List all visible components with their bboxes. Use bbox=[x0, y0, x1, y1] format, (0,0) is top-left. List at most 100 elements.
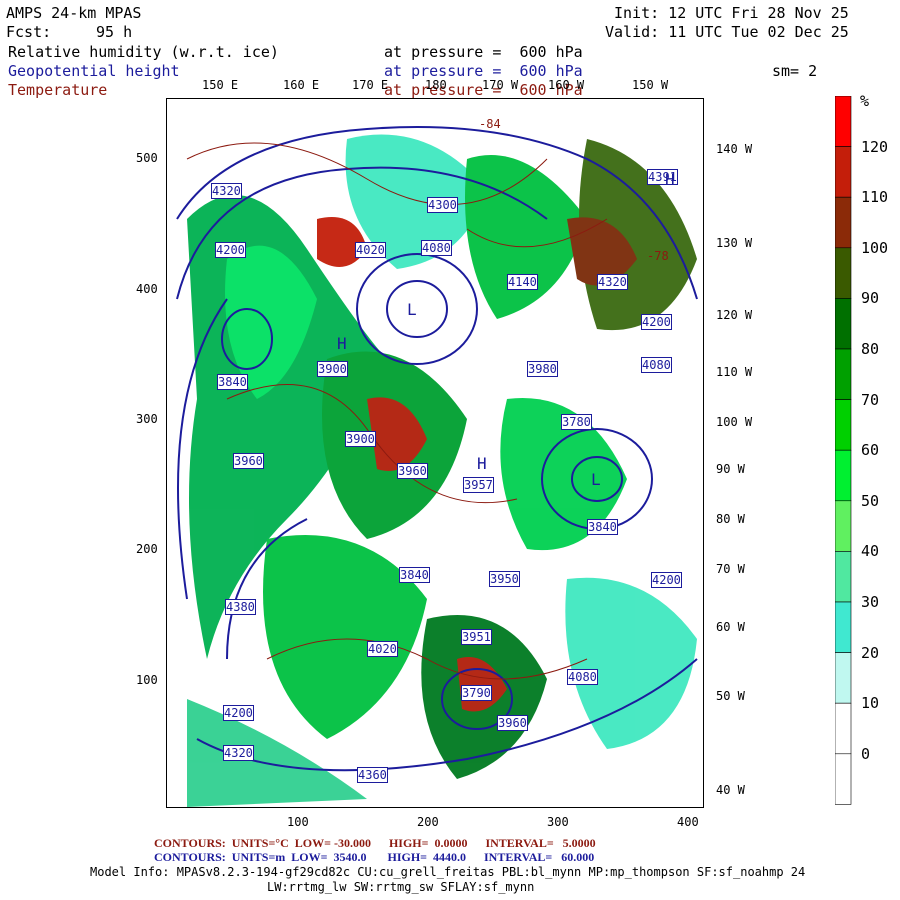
height-label: 4300 bbox=[427, 197, 458, 213]
high-marker: H bbox=[477, 454, 487, 473]
lon-label-right: 40 W bbox=[716, 783, 745, 797]
height-label: 3951 bbox=[461, 629, 492, 645]
smoothing-label: sm= 2 bbox=[772, 62, 818, 80]
lon-label-top: 150 W bbox=[632, 78, 669, 92]
x-tick-label: 100 bbox=[287, 815, 309, 829]
height-label: 4380 bbox=[225, 599, 256, 615]
colorbar-swatch bbox=[834, 551, 852, 603]
height-label: 3790 bbox=[461, 685, 492, 701]
height-label: 4320 bbox=[597, 274, 628, 290]
lon-label-right: 140 W bbox=[716, 142, 753, 156]
height-label: 3900 bbox=[317, 361, 348, 377]
height-label: 3980 bbox=[527, 361, 558, 377]
colorbar-swatch bbox=[834, 247, 852, 299]
height-label: 3780 bbox=[561, 414, 592, 430]
colorbar-swatches bbox=[834, 95, 852, 805]
weather-map: 4320 4300 4020 4080 4140 4320 4200 3960 … bbox=[166, 98, 704, 808]
height-contour-info: CONTOURS: UNITS=m LOW= 3540.0 HIGH= 4440… bbox=[154, 850, 595, 864]
x-tick-label: 200 bbox=[417, 815, 439, 829]
colorbar-swatch bbox=[834, 399, 852, 451]
field-height-name: Geopotential height bbox=[8, 62, 180, 80]
colorbar-label: 20 bbox=[861, 643, 880, 662]
colorbar-label: 90 bbox=[861, 289, 880, 308]
colorbar-swatch bbox=[834, 702, 852, 755]
forecast-label: Fcst: bbox=[6, 23, 52, 41]
temperature-label: -84 bbox=[479, 117, 501, 131]
lon-label-right: 110 W bbox=[716, 365, 753, 379]
lon-label-right: 80 W bbox=[716, 512, 745, 526]
colorbar-label: 40 bbox=[861, 542, 880, 561]
valid-time: Valid: 11 UTC Tue 02 Dec 25 bbox=[605, 23, 849, 41]
colorbar-label: 50 bbox=[861, 491, 880, 510]
colorbar-label: 30 bbox=[861, 593, 880, 611]
height-label: 4200 bbox=[641, 314, 672, 330]
field-temp-name: Temperature bbox=[8, 81, 108, 99]
colorbar-label: 10 bbox=[861, 694, 880, 713]
height-label: 4200 bbox=[215, 242, 246, 258]
height-label: 3840 bbox=[399, 567, 430, 583]
colorbar-swatch bbox=[834, 298, 852, 350]
colorbar-label: 100 bbox=[861, 238, 889, 257]
colorbar-swatch bbox=[834, 753, 852, 805]
forecast-hour: 95 h bbox=[96, 23, 133, 41]
height-label: 4320 bbox=[211, 183, 242, 199]
colorbar-label: 120 bbox=[861, 137, 889, 156]
colorbar-label: 0 bbox=[861, 744, 871, 763]
height-label: 4140 bbox=[507, 274, 538, 290]
colorbar-swatch bbox=[834, 500, 852, 552]
lon-label-right: 90 W bbox=[716, 462, 745, 476]
colorbar-unit: % bbox=[860, 92, 870, 110]
height-label: 3840 bbox=[587, 519, 618, 535]
colorbar-label: 110 bbox=[861, 188, 889, 207]
lon-label-top: 170 E bbox=[352, 78, 389, 92]
lon-label-right: 50 W bbox=[716, 689, 745, 703]
height-label: 4080 bbox=[421, 240, 452, 256]
height-label: 4080 bbox=[567, 669, 598, 685]
colorbar-label: 80 bbox=[861, 340, 880, 358]
lon-label-right: 70 W bbox=[716, 562, 745, 576]
colorbar-label: 70 bbox=[861, 390, 880, 409]
height-label: 4320 bbox=[223, 745, 254, 761]
model-info-line2: LW:rrtmg_lw SW:rrtmg_sw SFLAY:sf_mynn bbox=[267, 880, 535, 894]
lon-label-top: 170 W bbox=[482, 78, 519, 92]
y-tick-label: 400 bbox=[136, 282, 158, 296]
low-marker: L bbox=[407, 300, 417, 319]
height-label: 4360 bbox=[357, 767, 388, 783]
height-label: 4200 bbox=[651, 572, 682, 588]
height-label: 4080 bbox=[641, 357, 672, 373]
colorbar-swatch bbox=[834, 652, 852, 704]
lon-label-right: 60 W bbox=[716, 620, 745, 634]
x-tick-label: 300 bbox=[547, 815, 569, 829]
lon-label-right: 120 W bbox=[716, 308, 753, 322]
colorbar-label: 60 bbox=[861, 441, 880, 460]
init-time: Init: 12 UTC Fri 28 Nov 25 bbox=[614, 4, 849, 22]
height-label: 4200 bbox=[223, 705, 254, 721]
y-tick-label: 100 bbox=[136, 673, 158, 687]
temperature-contour-info: CONTOURS: UNITS=°C LOW= -30.000 HIGH= 0.… bbox=[154, 836, 596, 850]
temperature-label: -78 bbox=[647, 249, 669, 263]
y-tick-label: 200 bbox=[136, 542, 158, 556]
lon-label-right: 100 W bbox=[716, 415, 753, 429]
lon-label-top: 160 E bbox=[283, 78, 320, 92]
lon-label-top: 150 E bbox=[202, 78, 239, 92]
x-tick-label: 400 bbox=[677, 815, 699, 829]
field-rh-name: Relative humidity (w.r.t. ice) bbox=[8, 43, 279, 61]
height-label: 4020 bbox=[367, 641, 398, 657]
height-label: 3950 bbox=[489, 571, 520, 587]
colorbar-swatch bbox=[834, 601, 852, 653]
height-label: 3960 bbox=[233, 453, 264, 469]
colorbar-swatch bbox=[834, 449, 852, 502]
field-rh-level: at pressure = 600 hPa bbox=[384, 43, 583, 61]
y-tick-label: 300 bbox=[136, 412, 158, 426]
height-label: 3960 bbox=[397, 463, 428, 479]
lon-label-top: 180 bbox=[425, 78, 447, 92]
height-label: 3900 bbox=[345, 431, 376, 447]
high-marker: H bbox=[337, 334, 347, 353]
model-title: AMPS 24-km MPAS bbox=[6, 4, 142, 22]
colorbar-swatch bbox=[834, 348, 852, 400]
colorbar-swatch bbox=[834, 146, 852, 198]
lon-label-right: 130 W bbox=[716, 236, 753, 250]
height-label: 3840 bbox=[217, 374, 248, 390]
colorbar-swatch bbox=[834, 95, 852, 147]
height-label: 4020 bbox=[355, 242, 386, 258]
